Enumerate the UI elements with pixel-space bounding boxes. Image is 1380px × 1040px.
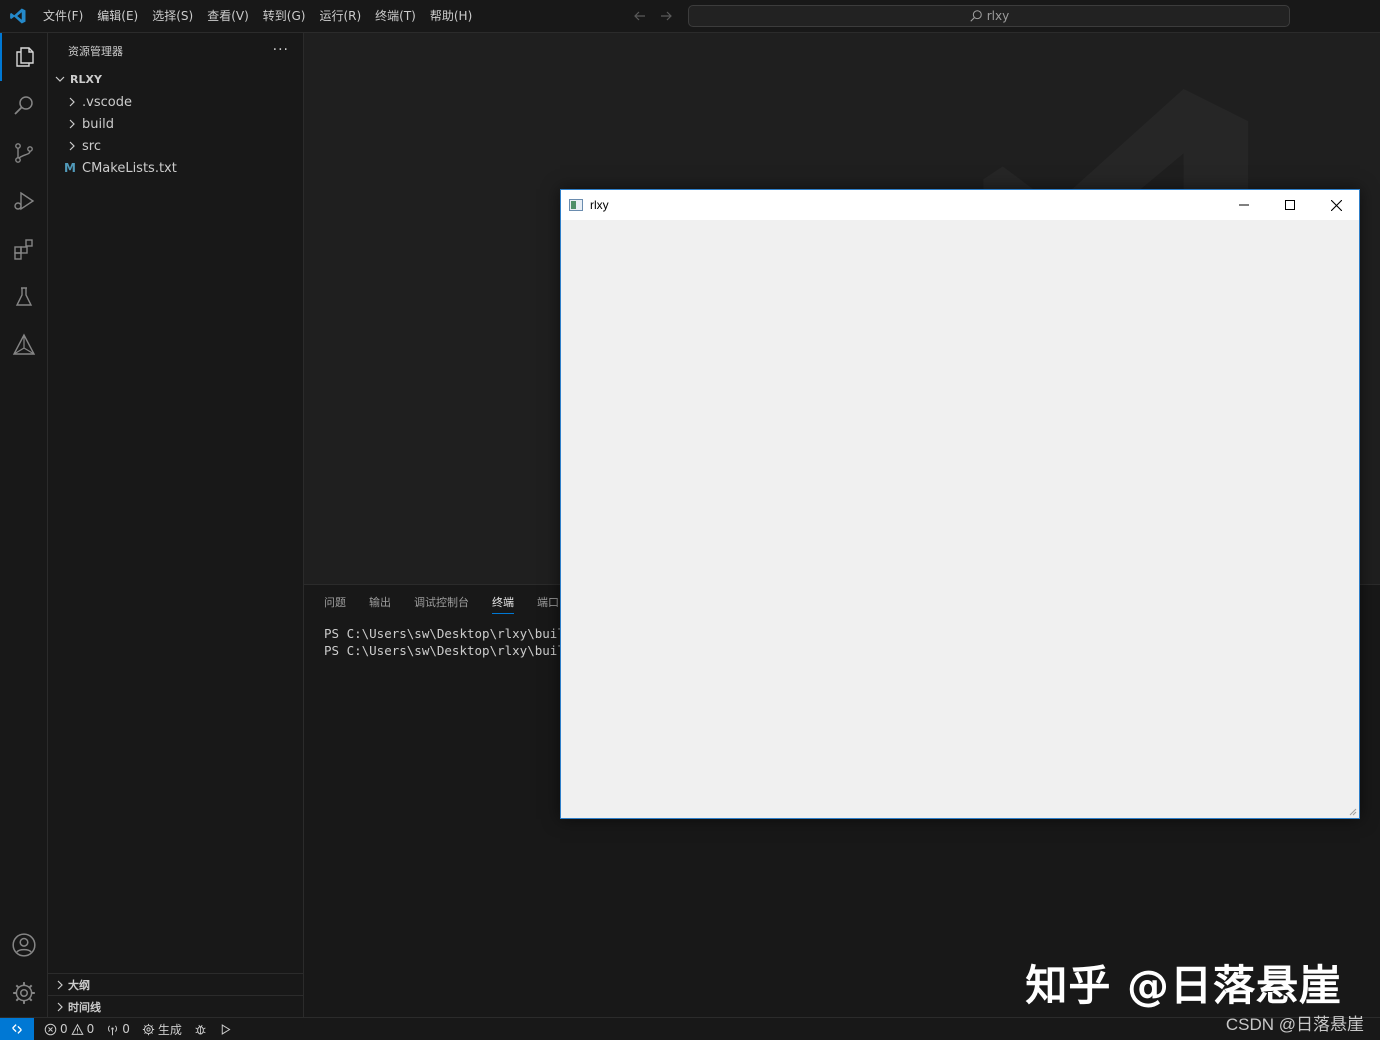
terminal-line: PS C:\Users\sw\Desktop\rlxy\build> bbox=[324, 626, 580, 641]
error-icon bbox=[44, 1023, 57, 1036]
remote-indicator[interactable] bbox=[0, 1018, 34, 1040]
explorer-title: 资源管理器 bbox=[68, 44, 123, 58]
remote-icon bbox=[10, 1022, 24, 1036]
gear-icon bbox=[142, 1023, 155, 1036]
run-debug-icon[interactable] bbox=[0, 177, 48, 225]
cmake-file-icon: M bbox=[64, 161, 76, 175]
tree-item-label: build bbox=[82, 116, 114, 132]
explorer-sidebar: 资源管理器 ··· RLXY .vscode build src M CMake… bbox=[48, 33, 304, 1017]
error-count: 0 bbox=[60, 1022, 68, 1036]
cmake-icon[interactable] bbox=[0, 321, 48, 369]
search-icon[interactable] bbox=[0, 81, 48, 129]
ports-status[interactable]: 0 bbox=[104, 1022, 132, 1036]
cmake-build-button[interactable]: 生成 bbox=[140, 1021, 184, 1038]
vscode-logo-icon bbox=[9, 7, 27, 25]
cmake-debug-button[interactable] bbox=[192, 1023, 209, 1036]
tree-item-vscode[interactable]: .vscode bbox=[48, 91, 319, 113]
menu-help[interactable]: 帮助(H) bbox=[423, 0, 479, 33]
close-icon bbox=[1330, 199, 1342, 211]
timeline-section[interactable]: 时间线 bbox=[48, 995, 303, 1017]
command-center-text: rlxy bbox=[986, 9, 1010, 23]
csdn-watermark: CSDN @日落悬崖 bbox=[1225, 1015, 1364, 1034]
app-window-title: rlxy bbox=[590, 198, 609, 212]
tree-item-label: .vscode bbox=[82, 94, 132, 110]
menu-go[interactable]: 转到(G) bbox=[256, 0, 313, 33]
testing-icon[interactable] bbox=[0, 273, 48, 321]
search-icon bbox=[969, 9, 983, 23]
zhihu-watermark: 知乎 @日落悬崖 bbox=[1025, 961, 1342, 1010]
resize-grip-icon[interactable] bbox=[1347, 806, 1357, 816]
play-icon bbox=[219, 1023, 232, 1036]
maximize-icon bbox=[1285, 200, 1295, 210]
tree-item-label: CMakeLists.txt bbox=[82, 160, 177, 176]
minimize-icon bbox=[1239, 200, 1249, 210]
app-window[interactable]: rlxy bbox=[560, 189, 1360, 819]
panel-tabs: 问题 输出 调试控制台 终端 端口 bbox=[316, 585, 574, 620]
ports-count: 0 bbox=[122, 1022, 130, 1036]
status-bar: 0 0 0 生成 bbox=[0, 1017, 1380, 1040]
build-label: 生成 bbox=[157, 1022, 182, 1037]
menu-terminal[interactable]: 终端(T) bbox=[368, 0, 423, 33]
warning-count: 0 bbox=[86, 1022, 95, 1036]
tab-output[interactable]: 输出 bbox=[361, 585, 399, 620]
broadcast-icon bbox=[106, 1023, 119, 1036]
outline-label: 大纲 bbox=[68, 978, 90, 992]
settings-gear-icon[interactable] bbox=[0, 969, 48, 1017]
more-actions-icon[interactable]: ··· bbox=[273, 42, 289, 58]
maximize-button[interactable] bbox=[1267, 190, 1313, 220]
tree-item-build[interactable]: build bbox=[48, 113, 319, 135]
workspace-root[interactable]: RLXY bbox=[48, 68, 307, 90]
extensions-icon[interactable] bbox=[0, 225, 48, 273]
title-bar: 文件(F) 编辑(E) 选择(S) 查看(V) 转到(G) 运行(R) 终端(T… bbox=[0, 0, 1380, 33]
menu-bar: 文件(F) 编辑(E) 选择(S) 查看(V) 转到(G) 运行(R) 终端(T… bbox=[36, 0, 479, 33]
menu-run[interactable]: 运行(R) bbox=[312, 0, 368, 33]
timeline-label: 时间线 bbox=[68, 1000, 101, 1014]
chevron-right-icon bbox=[52, 1001, 68, 1013]
terminal-output[interactable]: PS C:\Users\sw\Desktop\rlxy\build> PS C:\… bbox=[324, 625, 580, 659]
chevron-down-icon bbox=[52, 71, 68, 87]
minimize-button[interactable] bbox=[1221, 190, 1267, 220]
activity-bar bbox=[0, 33, 48, 1017]
warning-icon bbox=[71, 1023, 84, 1036]
back-arrow-icon[interactable] bbox=[632, 8, 648, 24]
window-app-icon bbox=[569, 199, 583, 211]
bug-icon bbox=[194, 1023, 207, 1036]
tree-item-src[interactable]: src bbox=[48, 135, 319, 157]
forward-arrow-icon[interactable] bbox=[658, 8, 674, 24]
chevron-right-icon bbox=[52, 979, 68, 991]
explorer-icon[interactable] bbox=[0, 33, 48, 81]
tree-item-label: src bbox=[82, 138, 101, 154]
workspace-root-label: RLXY bbox=[70, 72, 102, 86]
account-icon[interactable] bbox=[0, 921, 48, 969]
cmake-run-button[interactable] bbox=[217, 1023, 234, 1036]
source-control-icon[interactable] bbox=[0, 129, 48, 177]
menu-edit[interactable]: 编辑(E) bbox=[90, 0, 145, 33]
chevron-right-icon bbox=[64, 138, 80, 154]
menu-view[interactable]: 查看(V) bbox=[200, 0, 256, 33]
menu-file[interactable]: 文件(F) bbox=[36, 0, 90, 33]
tab-problems[interactable]: 问题 bbox=[316, 585, 354, 620]
tree-item-cmakelists[interactable]: M CMakeLists.txt bbox=[48, 157, 317, 179]
tab-terminal[interactable]: 终端 bbox=[484, 585, 522, 620]
chevron-right-icon bbox=[64, 116, 80, 132]
close-button[interactable] bbox=[1313, 190, 1359, 220]
menu-selection[interactable]: 选择(S) bbox=[145, 0, 200, 33]
problems-status[interactable]: 0 0 bbox=[42, 1022, 96, 1036]
tab-debug-console[interactable]: 调试控制台 bbox=[406, 585, 477, 620]
chevron-right-icon bbox=[64, 94, 80, 110]
terminal-line: PS C:\Users\sw\Desktop\rlxy\build> bbox=[324, 643, 580, 658]
outline-section[interactable]: 大纲 bbox=[48, 973, 303, 995]
command-center-search[interactable]: rlxy bbox=[688, 5, 1290, 27]
